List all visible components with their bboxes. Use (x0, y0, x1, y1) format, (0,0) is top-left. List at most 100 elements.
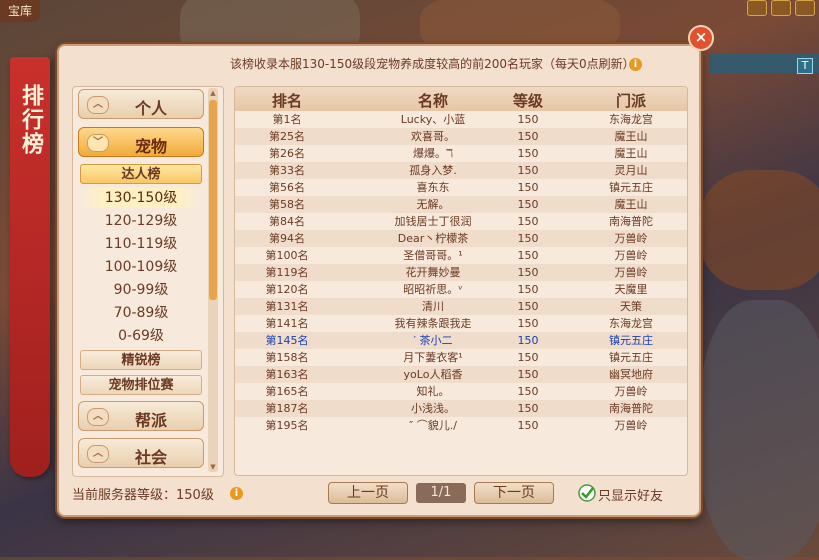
level-cell: 150 (517, 402, 539, 415)
table-row[interactable]: 第145名 ′ 茶小二 150 镇元五庄 (235, 332, 687, 349)
table-row[interactable]: 第58名 无解。 150 魔王山 (235, 196, 687, 213)
level-cell: 150 (517, 317, 539, 330)
table-row[interactable]: 第1名 Lucky、小蓝 150 东海龙宫 (235, 111, 687, 128)
leaderboard-title: 排行榜 (18, 84, 43, 156)
next-page-button[interactable]: 下一页 (474, 482, 554, 504)
friends-only-checkbox[interactable] (577, 483, 597, 503)
level-cell: 150 (517, 164, 539, 177)
close-button[interactable]: × (688, 25, 714, 51)
faction-cell: 灵月山 (614, 164, 648, 177)
pet-tournament-tab[interactable]: 宠物排位赛 (80, 375, 202, 395)
table-row[interactable]: 第187名 小浅浅。 150 南海普陀 (235, 400, 687, 417)
level-cell: 150 (517, 334, 539, 347)
ranking-table: 排名 名称 等级 门派 第1名 Lucky、小蓝 150 东海龙宫 第25名 欢喜哥。 15… (234, 86, 688, 476)
category-pet-button[interactable]: ﹀ 宠物 (78, 127, 204, 157)
settings-icon[interactable] (795, 0, 815, 16)
rank-cell: 第158名 (265, 351, 309, 364)
level-cell: 150 (517, 130, 539, 143)
level-110-119[interactable]: 110-119级 (80, 234, 202, 254)
table-row[interactable]: 第84名 加钱居士丁很润 150 南海普陀 (235, 213, 687, 230)
category-social-button[interactable]: ︿ 社会 (78, 438, 204, 468)
faction-cell: 南海普陀 (609, 215, 653, 228)
level-cell: 150 (517, 283, 539, 296)
menu-icon[interactable] (747, 0, 767, 16)
level-cell: 150 (517, 300, 539, 313)
rank-cell: 第141名 (265, 317, 309, 330)
faction-cell: 镇元五庄 (609, 334, 653, 347)
info-icon[interactable]: i (230, 487, 243, 500)
category-personal-button[interactable]: ︿ 个人 (78, 89, 204, 119)
faction-cell: 南海普陀 (609, 402, 653, 415)
treasure-tab[interactable]: 宝库 (0, 0, 40, 22)
faction-cell: 东海龙宫 (609, 317, 653, 330)
rank-cell: 第131名 (265, 300, 309, 313)
table-row[interactable]: 第25名 欢喜哥。 150 魔王山 (235, 128, 687, 145)
table-row[interactable]: 第195名 ″ ⌒貌儿./150 万兽岭 (235, 417, 687, 434)
rank-cell: 第58名 (269, 198, 305, 211)
scrollbar-thumb[interactable] (209, 100, 217, 300)
prev-page-button[interactable]: 上一页 (328, 482, 408, 504)
header-level: 等级 (512, 92, 543, 110)
faction-cell: 万兽岭 (614, 419, 648, 432)
background-statue (700, 300, 819, 560)
top-toolbar (747, 0, 815, 16)
level-130-150[interactable]: 130-150级 (80, 188, 202, 208)
table-row[interactable]: 第56名 喜东东 150 镇元五庄 (235, 179, 687, 196)
table-row[interactable]: 第33名 孤身入梦. 150 灵月山 (235, 162, 687, 179)
category-label: 社会 (134, 448, 167, 467)
level-cell: 150 (517, 419, 539, 432)
info-icon[interactable]: i (629, 58, 642, 71)
table-row[interactable]: 第94名 Dear丶柠檬茶 150 万兽岭 (235, 230, 687, 247)
rank-cell: 第94名 (269, 232, 305, 245)
level-0-69[interactable]: 0-69级 (80, 326, 202, 346)
table-header: 排名 名称 等级 门派 (235, 87, 687, 111)
level-120-129[interactable]: 120-129级 (80, 211, 202, 231)
leaderboard-notice: 该榜收录本服130-150级段宠物养成度较高的前200名玩家（每天0点刷新） (230, 57, 635, 71)
level-100-109[interactable]: 100-109级 (80, 257, 202, 277)
table-row[interactable]: 第100名 圣僧哥哥。¹ 150 万兽岭 (235, 247, 687, 264)
table-row[interactable]: 第119名 花开舞妙曼 150 万兽岭 (235, 264, 687, 281)
faction-cell: 天策 (620, 300, 642, 313)
table-row[interactable]: 第165名 知礼。 150 万兽岭 (235, 383, 687, 400)
pet-elite-tab[interactable]: 精锐榜 (80, 350, 202, 370)
level-cell: 150 (517, 368, 539, 381)
gift-icon[interactable] (771, 0, 791, 16)
faction-cell: 幽冥地府 (609, 368, 653, 381)
level-90-99[interactable]: 90-99级 (80, 280, 202, 300)
sidebar-scrollbar[interactable]: ▲ ▼ (208, 88, 218, 472)
faction-cell: 天魔里 (614, 283, 648, 296)
background-tree (700, 170, 819, 290)
scroll-down-icon[interactable]: ▼ (208, 462, 218, 472)
table-row[interactable]: 第158名 月下萋衣客¹ 150 镇元五庄 (235, 349, 687, 366)
friends-only-label[interactable]: 只显示好友 (598, 485, 663, 504)
scroll-up-icon[interactable]: ▲ (208, 88, 218, 98)
level-cell: 150 (517, 181, 539, 194)
text-toggle-icon[interactable]: T (797, 58, 813, 74)
faction-cell: 东海龙宫 (609, 113, 653, 126)
faction-cell: 魔王山 (614, 147, 648, 160)
page-indicator: 1/1 (416, 483, 466, 503)
category-guild-button[interactable]: ︿ 帮派 (78, 401, 204, 431)
table-row[interactable]: 第131名 清川 150 天策 (235, 298, 687, 315)
level-70-89[interactable]: 70-89级 (80, 303, 202, 323)
table-row[interactable]: 第26名 爆爆。ℸ 150 魔王山 (235, 145, 687, 162)
category-label: 个人 (134, 99, 167, 118)
rank-cell: 第33名 (269, 164, 305, 177)
level-cell: 150 (517, 215, 539, 228)
rank-cell: 第187名 (265, 402, 309, 415)
rank-cell: 第100名 (265, 249, 309, 262)
level-cell: 150 (517, 351, 539, 364)
rank-cell: 第1名 (272, 113, 302, 126)
faction-cell: 魔王山 (614, 198, 648, 211)
table-row[interactable]: 第120名 昭昭祈思。ᵛ 150 天魔里 (235, 281, 687, 298)
table-row[interactable]: 第141名 我有辣条跟我走 150 东海龙宫 (235, 315, 687, 332)
rank-cell: 第56名 (269, 181, 305, 194)
rank-cell: 第165名 (265, 385, 309, 398)
level-cell: 150 (517, 266, 539, 279)
pet-expert-tab[interactable]: 达人榜 (80, 164, 202, 184)
faction-cell: 镇元五庄 (609, 181, 653, 194)
table-row[interactable]: 第163名 yoLo人稻香 150 幽冥地府 (235, 366, 687, 383)
rank-cell: 第145名 (265, 334, 309, 347)
faction-cell: 万兽岭 (614, 266, 648, 279)
faction-cell: 万兽岭 (614, 385, 648, 398)
